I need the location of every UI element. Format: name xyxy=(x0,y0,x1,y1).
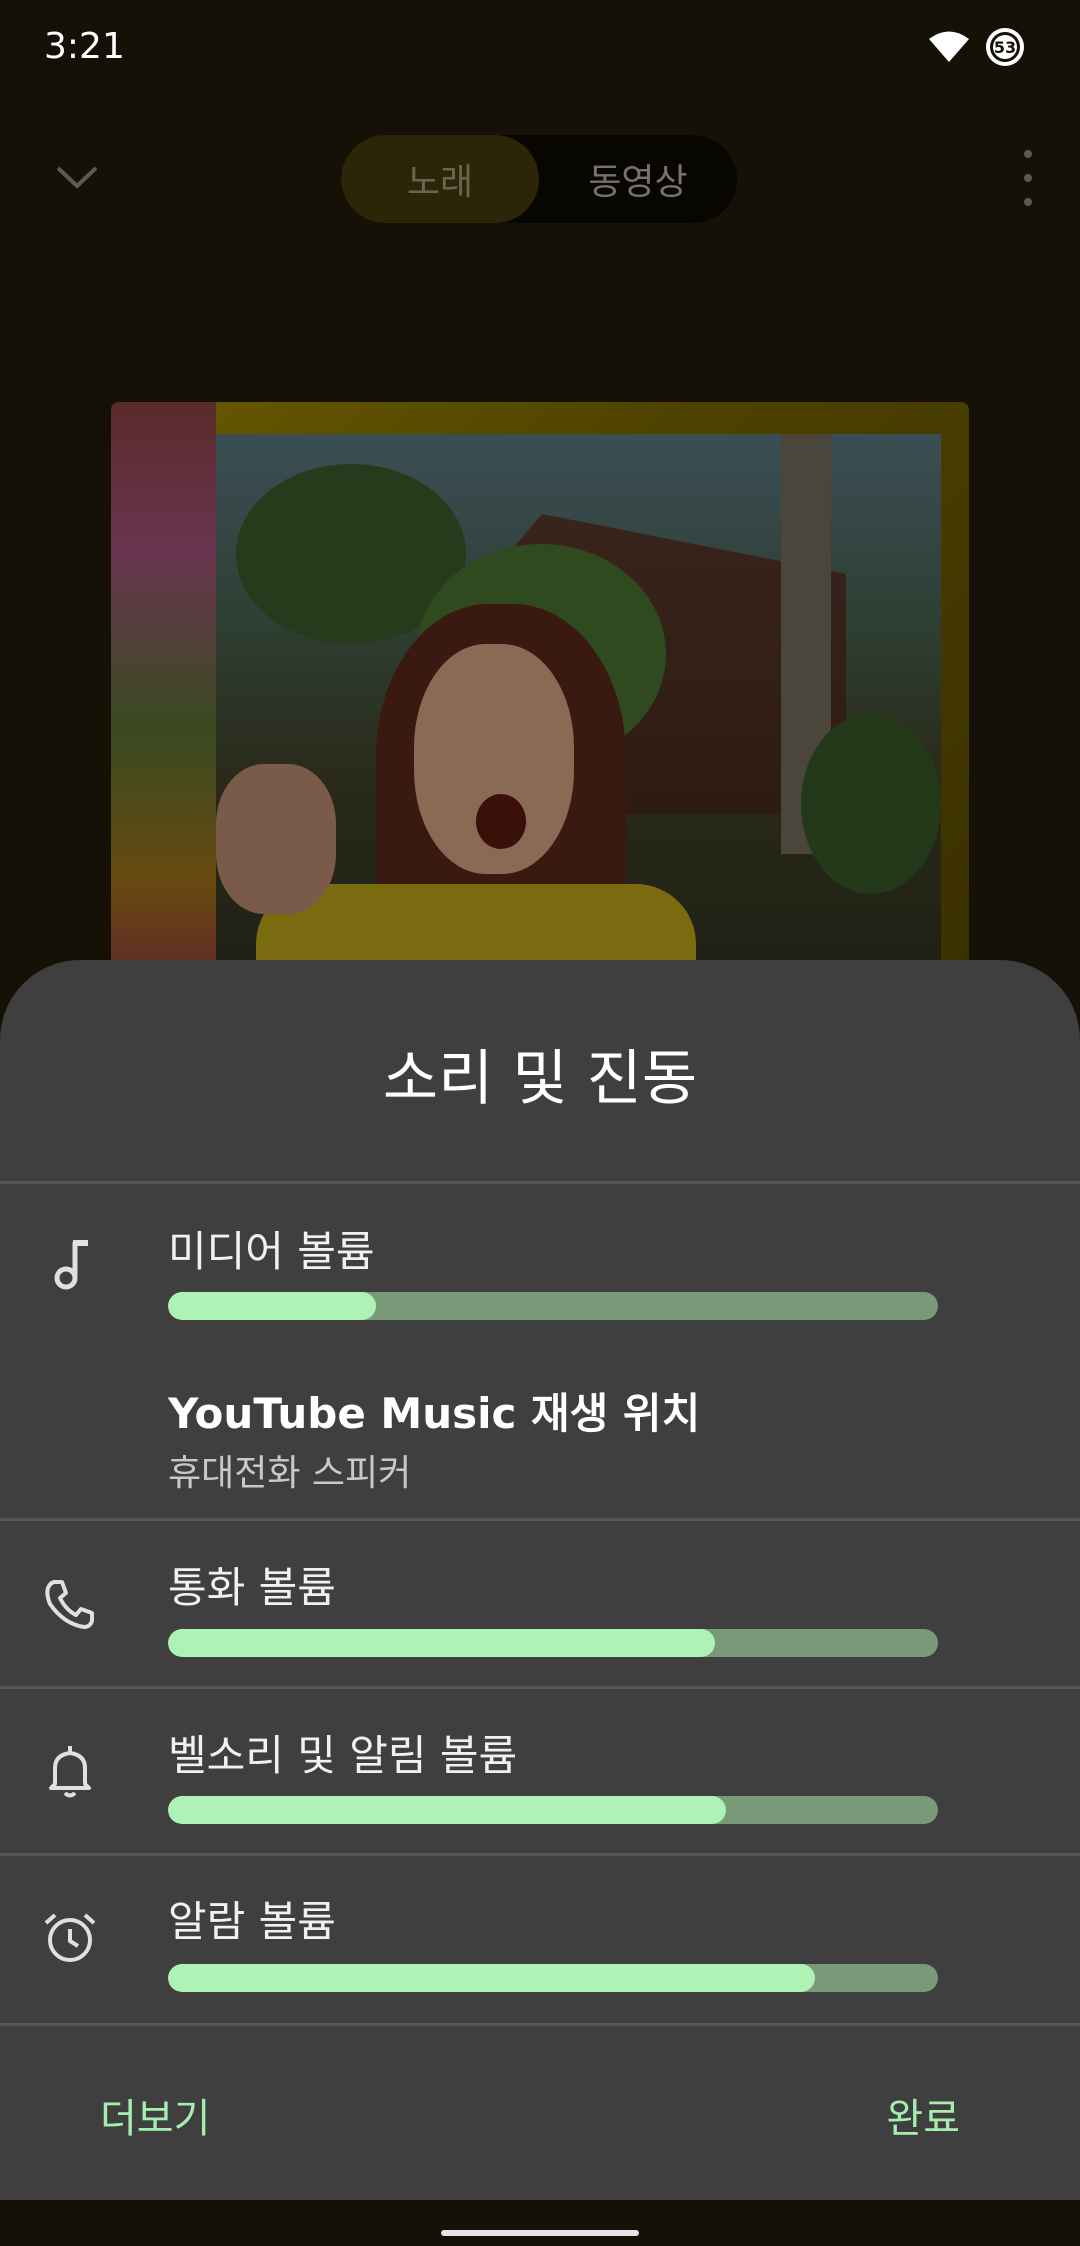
more-vert-dot xyxy=(1024,198,1032,206)
alarm-clock-icon xyxy=(44,1913,96,1962)
photo-person-hand xyxy=(216,764,336,914)
call-volume-fill xyxy=(168,1629,715,1657)
alarm-volume-slider[interactable] xyxy=(168,1964,938,1992)
more-settings-button[interactable]: 더보기 xyxy=(100,2086,210,2144)
more-options-button[interactable] xyxy=(1016,150,1040,206)
more-vert-icon xyxy=(1024,150,1032,158)
wifi-icon xyxy=(929,31,969,62)
gesture-navigation-bar[interactable] xyxy=(441,2230,639,2236)
tab-video[interactable]: 동영상 xyxy=(539,135,737,223)
output-title[interactable]: YouTube Music 재생 위치 xyxy=(168,1380,700,1441)
song-video-switch: 노래 동영상 xyxy=(341,135,737,223)
divider xyxy=(0,1853,1080,1856)
chevron-down-icon xyxy=(56,166,98,189)
done-button[interactable]: 완료 xyxy=(886,2086,960,2144)
status-time: 3:21 xyxy=(44,26,125,67)
bell-icon xyxy=(49,1746,91,1798)
ring-volume-fill xyxy=(168,1796,727,1824)
alarm-volume-fill xyxy=(168,1964,815,1992)
tab-song[interactable]: 노래 xyxy=(341,135,539,223)
status-icons: 53 xyxy=(928,28,1024,66)
output-device[interactable]: 휴대전화 스피커 xyxy=(168,1444,411,1496)
ring-volume-label: 벨소리 및 알림 볼륨 xyxy=(168,1731,518,1780)
divider xyxy=(0,1518,1080,1521)
sound-vibration-sheet xyxy=(0,960,1080,2200)
battery-icon: 53 xyxy=(986,28,1024,66)
divider xyxy=(0,1181,1080,1184)
photo-person-mouth xyxy=(476,794,526,849)
sheet-title: 소리 및 진동 xyxy=(382,1044,698,1114)
divider xyxy=(0,2023,1080,2026)
album-art[interactable] xyxy=(111,402,969,1002)
ring-volume-slider[interactable] xyxy=(168,1796,938,1824)
more-vert-dot xyxy=(1024,174,1032,182)
call-volume-slider[interactable] xyxy=(168,1629,938,1657)
call-volume-label: 통화 볼륨 xyxy=(168,1563,336,1612)
album-art-photo xyxy=(216,434,941,1002)
album-art-border xyxy=(111,402,216,1002)
media-volume-label: 미디어 볼륨 xyxy=(168,1227,375,1276)
music-note-icon xyxy=(54,1240,88,1290)
phone-icon xyxy=(45,1580,94,1629)
photo-tree xyxy=(801,714,941,894)
screen: 3:21 53 노래 동영상 소리 및 진동 미디어 볼륨 YouTube Mu… xyxy=(0,0,1080,2246)
collapse-player-button[interactable] xyxy=(52,156,102,196)
media-volume-fill xyxy=(168,1292,376,1320)
media-volume-slider[interactable] xyxy=(168,1292,938,1320)
divider xyxy=(0,1686,1080,1689)
alarm-volume-label: 알람 볼륨 xyxy=(168,1897,336,1946)
